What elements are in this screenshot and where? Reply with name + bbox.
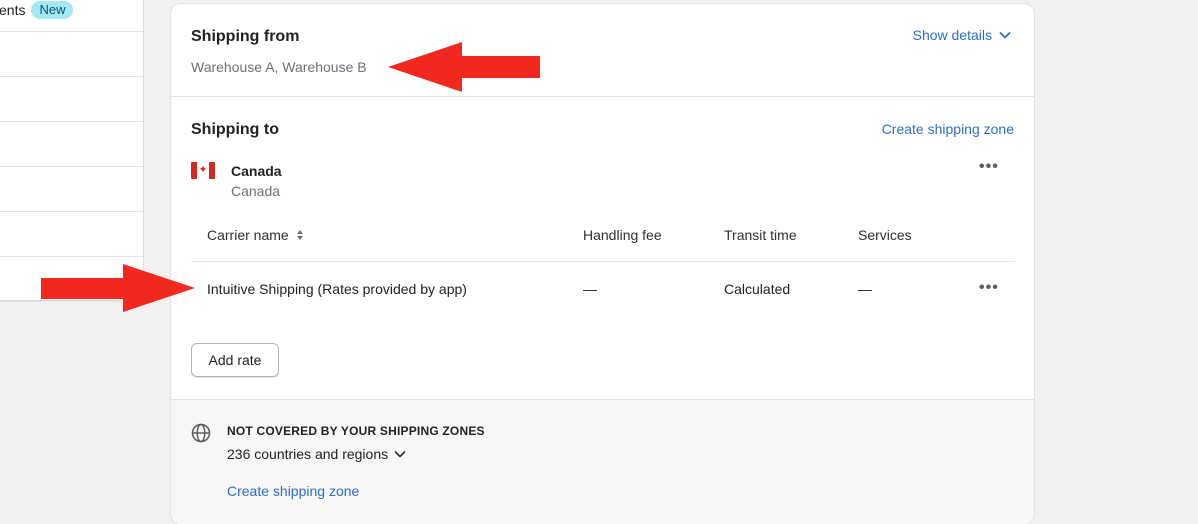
zone-name: Canada [231, 163, 282, 179]
list-item[interactable] [0, 32, 143, 77]
not-covered-toggle[interactable]: 236 countries and regions [227, 446, 407, 462]
list-item[interactable] [0, 167, 143, 212]
create-shipping-zone-link[interactable]: Create shipping zone [882, 121, 1014, 137]
not-covered-section: NOT COVERED BY YOUR SHIPPING ZONES 236 c… [171, 400, 1034, 524]
zone-more-actions-icon[interactable]: ••• [979, 158, 999, 176]
not-covered-summary: 236 countries and regions [227, 446, 389, 462]
annotation-arrow-left [388, 42, 540, 92]
list-item[interactable] [0, 77, 143, 122]
shipping-from-title: Shipping from [191, 28, 300, 45]
transit-time-header: Transit time [724, 227, 797, 243]
annotation-arrow-right [41, 264, 195, 312]
new-badge: New [31, 1, 74, 19]
carrier-name-cell: Intuitive Shipping (Rates provided by ap… [207, 281, 467, 297]
sort-icon [296, 230, 303, 240]
services-header: Services [858, 227, 912, 243]
carrier-name-header-label: Carrier name [207, 227, 289, 243]
show-details-label: Show details [912, 27, 992, 43]
list-item[interactable] [0, 212, 143, 257]
create-shipping-zone-link-bottom[interactable]: Create shipping zone [227, 483, 359, 499]
handling-fee-header: Handling fee [583, 227, 662, 243]
rate-more-actions-icon[interactable]: ••• [979, 279, 999, 297]
shipping-to-title: Shipping to [191, 121, 279, 138]
show-details-link[interactable]: Show details [913, 27, 1012, 43]
globe-icon [191, 423, 211, 443]
sidebar-item-partial[interactable]: ents New [0, 0, 74, 20]
sidebar-list: ents New [0, 0, 144, 302]
transit-time-cell: Calculated [724, 281, 791, 297]
add-rate-button[interactable]: Add rate [191, 343, 279, 377]
chevron-down-icon [394, 451, 406, 458]
shipping-to-section: Shipping to Create shipping zone ✦ Canad… [171, 97, 1034, 400]
shipping-from-locations: Warehouse A, Warehouse B [191, 59, 367, 75]
sidebar-item-label: ents [0, 2, 26, 18]
carrier-name-header[interactable]: Carrier name [207, 227, 305, 243]
list-item[interactable] [0, 122, 143, 167]
services-cell: — [858, 281, 872, 297]
zone-countries: Canada [231, 183, 281, 199]
table-divider [191, 261, 1015, 262]
shipping-from-section: Shipping from Warehouse A, Warehouse B S… [171, 4, 1034, 97]
handling-fee-cell: — [583, 281, 597, 297]
canada-flag-icon: ✦ [191, 162, 215, 179]
shipping-profile-card: Shipping from Warehouse A, Warehouse B S… [171, 4, 1034, 524]
not-covered-title: NOT COVERED BY YOUR SHIPPING ZONES [227, 424, 485, 438]
chevron-down-icon [999, 32, 1011, 39]
